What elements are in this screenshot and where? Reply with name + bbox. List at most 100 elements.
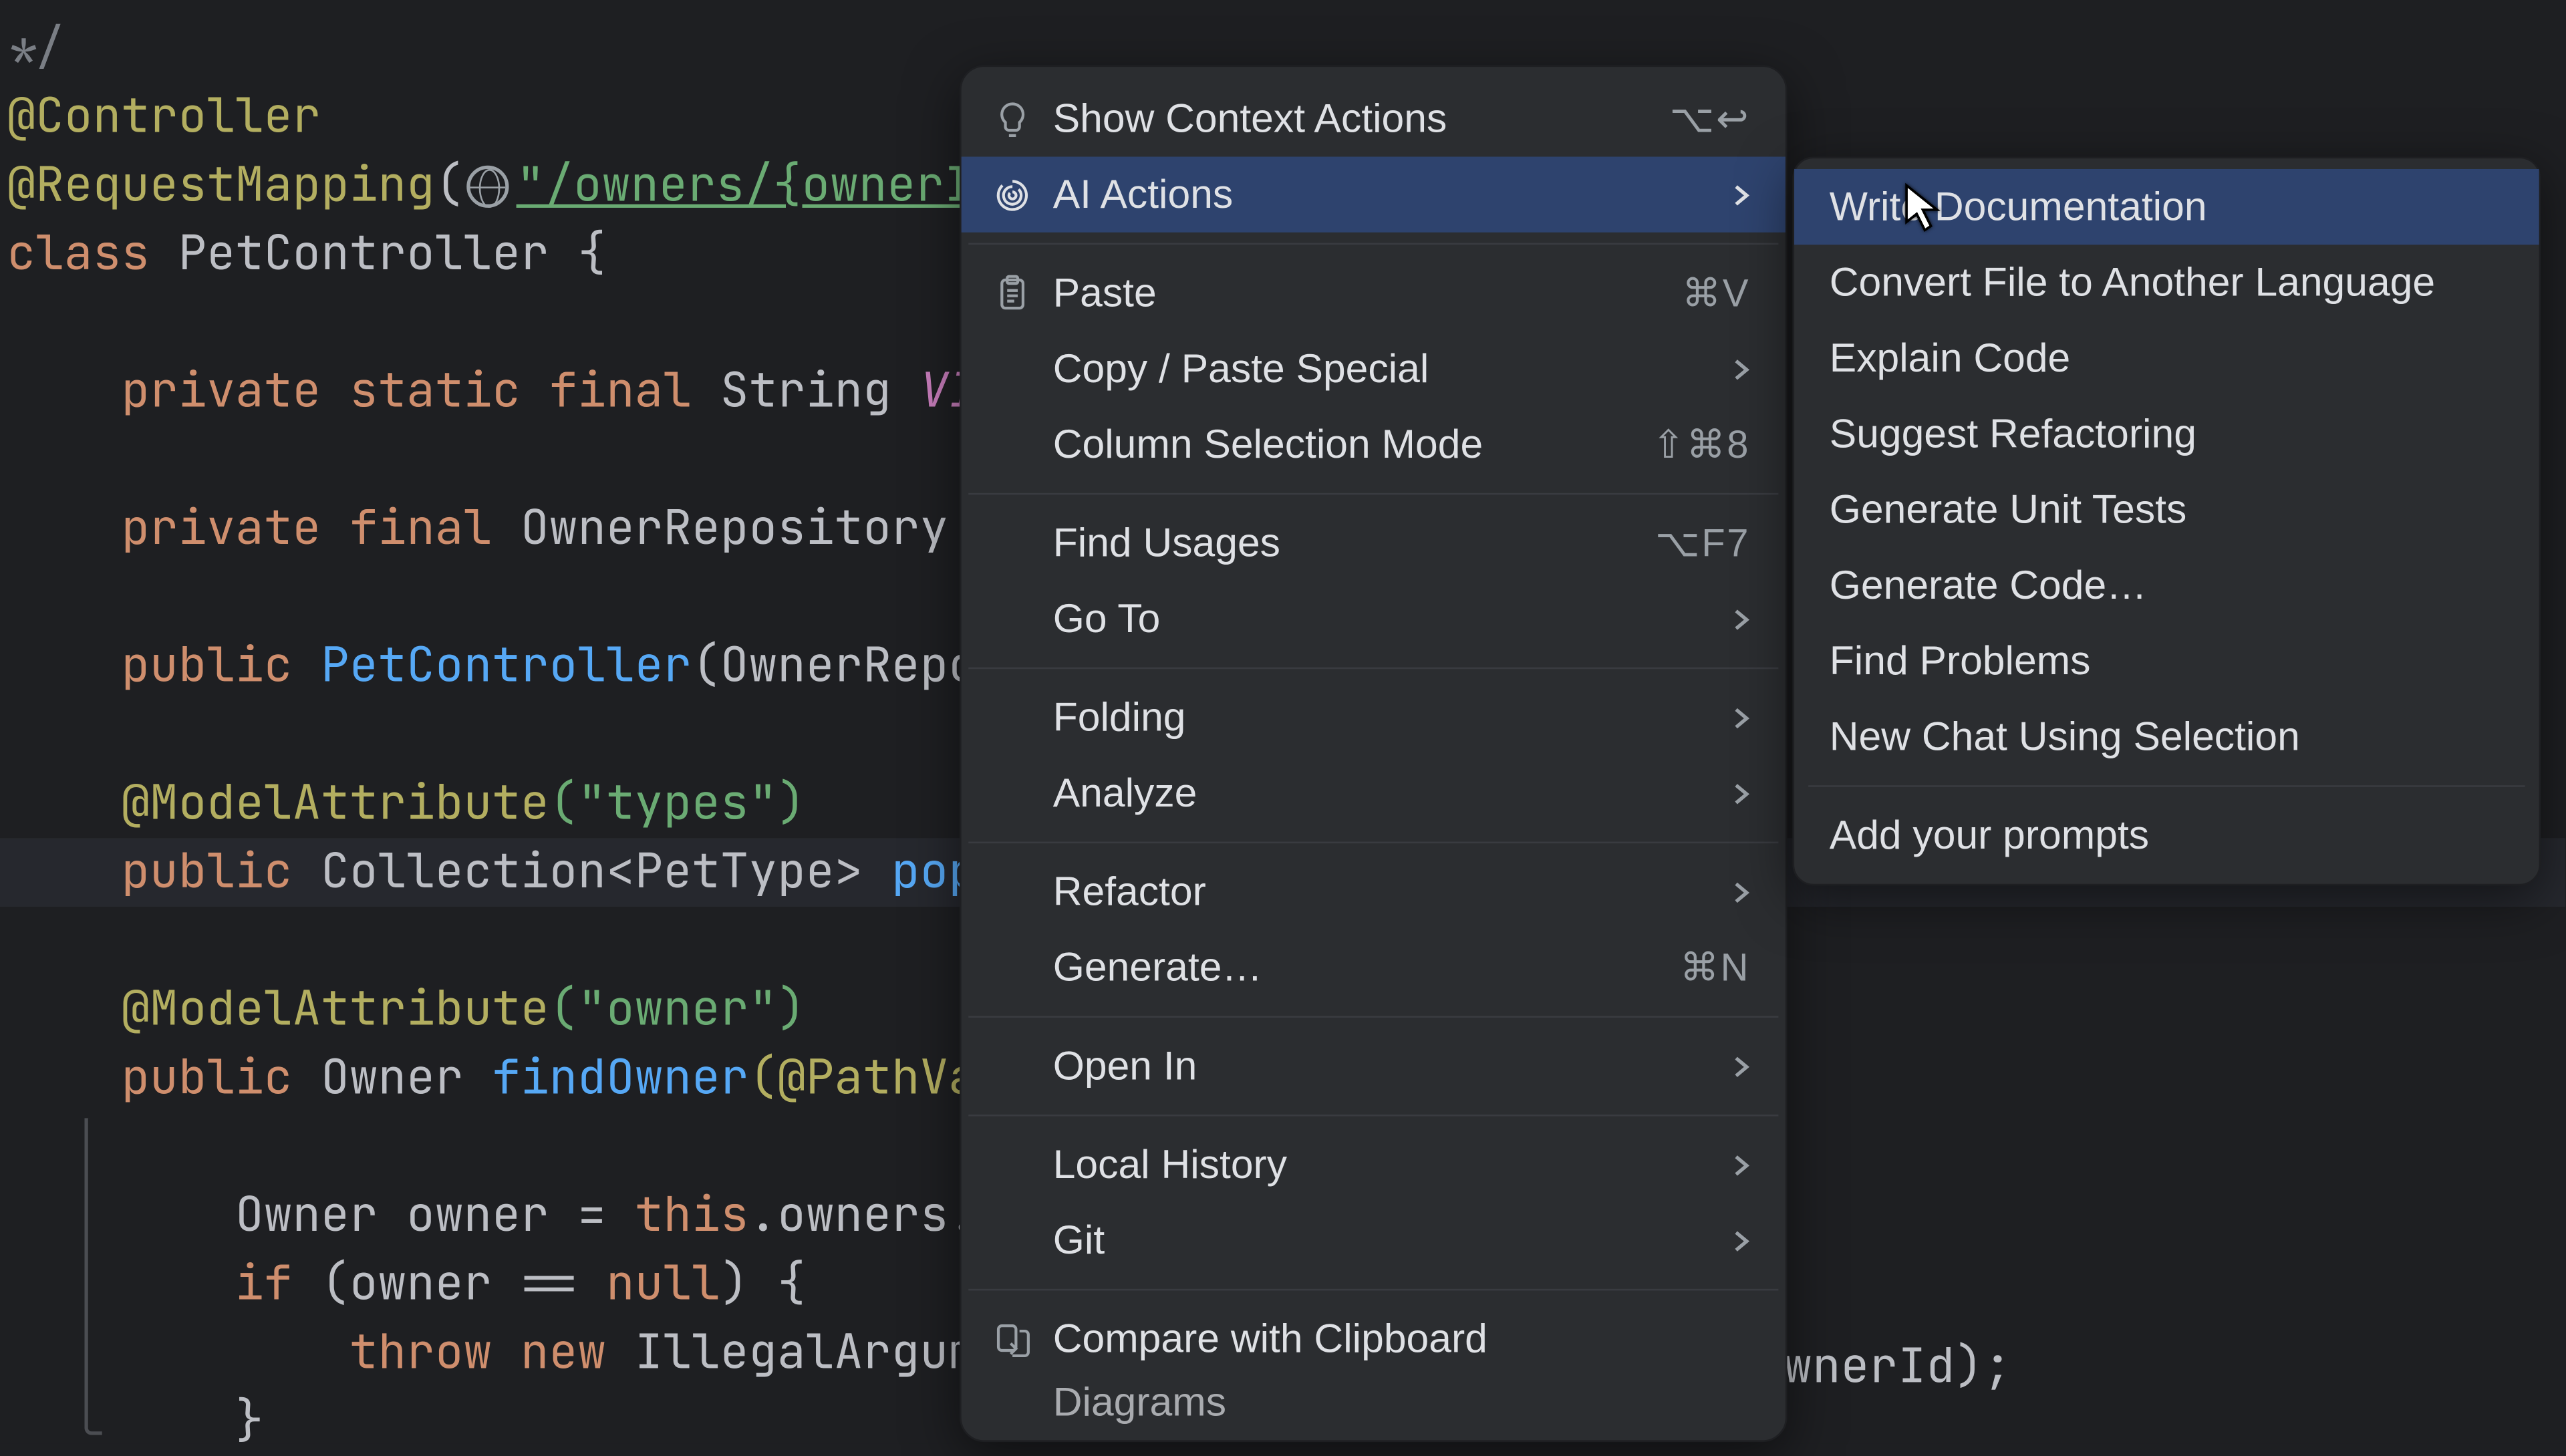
clipboard-icon [993, 274, 1032, 313]
menu-item-open-in[interactable]: Open In [962, 1028, 1786, 1104]
menu-item-label: Show Context Actions [1053, 95, 1649, 142]
code-token: private static final [121, 359, 720, 423]
menu-item-label: Analyze [1053, 769, 1711, 817]
submenu-item-label: Generate Unit Tests [1830, 486, 2187, 533]
submenu-item-convert-file[interactable]: Convert File to Another Language [1794, 245, 2539, 320]
code-token: ) { [720, 1252, 806, 1315]
compare-icon [993, 1320, 1032, 1358]
submenu-item-label: Suggest Refactoring [1830, 410, 2196, 458]
code-token: Owner [321, 1046, 492, 1109]
menu-item-label: Compare with Clipboard [1053, 1315, 1750, 1362]
menu-item-label: Column Selection Mode [1053, 421, 1631, 468]
menu-separator [968, 243, 1778, 245]
menu-item-label: Go To [1053, 595, 1711, 643]
code-token: public [121, 634, 321, 698]
chevron-right-icon [1733, 595, 1750, 643]
menu-item-shortcut: ⌘V [1682, 270, 1750, 316]
code-token: String [720, 359, 920, 423]
code-token: this [635, 1183, 749, 1247]
submenu-item-new-chat[interactable]: New Chat Using Selection [1794, 699, 2539, 774]
menu-item-label: Folding [1053, 694, 1711, 741]
code-token: throw new [349, 1320, 635, 1384]
submenu-item-label: Find Problems [1830, 637, 2091, 685]
menu-separator [968, 668, 1778, 670]
code-token: ( [435, 153, 464, 216]
chevron-right-icon [1733, 1217, 1750, 1264]
menu-item-label: Copy / Paste Special [1053, 345, 1711, 392]
menu-item-label: AI Actions [1053, 171, 1711, 219]
submenu-item-generate-code[interactable]: Generate Code… [1794, 547, 2539, 623]
menu-separator [968, 842, 1778, 844]
menu-item-diagrams[interactable]: Diagrams [962, 1377, 1786, 1427]
menu-item-paste[interactable]: Paste ⌘V [962, 255, 1786, 331]
code-token: @ModelAttribute [121, 771, 549, 835]
code-token: ("owner") [549, 977, 806, 1040]
menu-item-label: Find Usages [1053, 519, 1634, 567]
submenu-item-find-problems[interactable]: Find Problems [1794, 623, 2539, 699]
submenu-item-label: Convert File to Another Language [1830, 259, 2435, 306]
submenu-item-label: Explain Code [1830, 335, 2071, 382]
chevron-right-icon [1733, 171, 1750, 219]
menu-item-shortcut: ⌘N [1680, 945, 1750, 991]
chevron-right-icon [1733, 345, 1750, 392]
menu-item-label: Diagrams [1053, 1378, 1750, 1425]
menu-item-shortcut: ⇧⌘8 [1652, 422, 1750, 468]
code-token: public [121, 1046, 321, 1109]
menu-item-copy-paste-special[interactable]: Copy / Paste Special [962, 331, 1786, 406]
code-token: Owner owner = [235, 1183, 635, 1247]
code-token: PetController [321, 634, 692, 698]
menu-separator [968, 1289, 1778, 1291]
menu-item-compare-clipboard[interactable]: Compare with Clipboard [962, 1301, 1786, 1376]
menu-separator [968, 493, 1778, 495]
menu-item-label: Refactor [1053, 868, 1711, 915]
submenu-item-explain-code[interactable]: Explain Code [1794, 321, 2539, 396]
menu-separator [968, 1016, 1778, 1018]
submenu-item-add-prompts[interactable]: Add your prompts [1794, 798, 2539, 873]
chevron-right-icon [1733, 1042, 1750, 1090]
chevron-right-icon [1733, 694, 1750, 741]
menu-item-git[interactable]: Git [962, 1203, 1786, 1278]
swirl-icon [993, 177, 1032, 212]
menu-item-label: Open In [1053, 1042, 1711, 1090]
code-token: null [606, 1252, 720, 1315]
code-token: OwnerRepository [521, 496, 977, 560]
code-token: (owner == [292, 1252, 606, 1315]
code-token: ("types") [549, 771, 806, 835]
submenu-item-label: Generate Code… [1830, 562, 2147, 609]
code-token: Collection<PetType> [321, 840, 891, 903]
menu-separator [968, 1115, 1778, 1117]
menu-item-local-history[interactable]: Local History [962, 1127, 1786, 1202]
menu-item-label: Git [1053, 1217, 1711, 1264]
code-token: @RequestMapping [7, 153, 435, 216]
submenu-item-suggest-refactoring[interactable]: Suggest Refactoring [1794, 396, 2539, 472]
menu-item-label: Paste [1053, 269, 1661, 317]
code-token: @Controller [7, 84, 321, 148]
submenu-separator [1808, 785, 2525, 787]
submenu-item-write-documentation[interactable]: Write Documentation [1794, 169, 2539, 245]
submenu-item-generate-unit-tests[interactable]: Generate Unit Tests [1794, 472, 2539, 547]
menu-item-folding[interactable]: Folding [962, 680, 1786, 755]
context-menu: Show Context Actions ⌥↩ AI Actions Paste… [960, 65, 1787, 1442]
menu-item-refactor[interactable]: Refactor [962, 854, 1786, 929]
menu-item-show-context-actions[interactable]: Show Context Actions ⌥↩ [962, 81, 1786, 156]
chevron-right-icon [1733, 769, 1750, 817]
menu-item-analyze[interactable]: Analyze [962, 755, 1786, 831]
chevron-right-icon [1733, 868, 1750, 915]
submenu-item-label: New Chat Using Selection [1830, 713, 2300, 760]
code-token: */ [7, 16, 64, 80]
code-token: if [235, 1252, 292, 1315]
menu-item-ai-actions[interactable]: AI Actions [962, 157, 1786, 233]
menu-item-shortcut: ⌥↩ [1670, 96, 1751, 142]
code-token: @ModelAttribute [121, 977, 549, 1040]
chevron-right-icon [1733, 1141, 1750, 1188]
menu-item-generate[interactable]: Generate… ⌘N [962, 929, 1786, 1005]
code-token: private final [121, 496, 521, 560]
menu-item-go-to[interactable]: Go To [962, 581, 1786, 657]
code-token: class [7, 222, 150, 285]
submenu-item-label: Add your prompts [1830, 812, 2149, 859]
code-token: public [121, 840, 321, 903]
code-token: PetController [178, 222, 549, 285]
code-token: findOwner [492, 1046, 748, 1109]
menu-item-find-usages[interactable]: Find Usages ⌥F7 [962, 505, 1786, 581]
menu-item-column-selection[interactable]: Column Selection Mode ⇧⌘8 [962, 407, 1786, 482]
